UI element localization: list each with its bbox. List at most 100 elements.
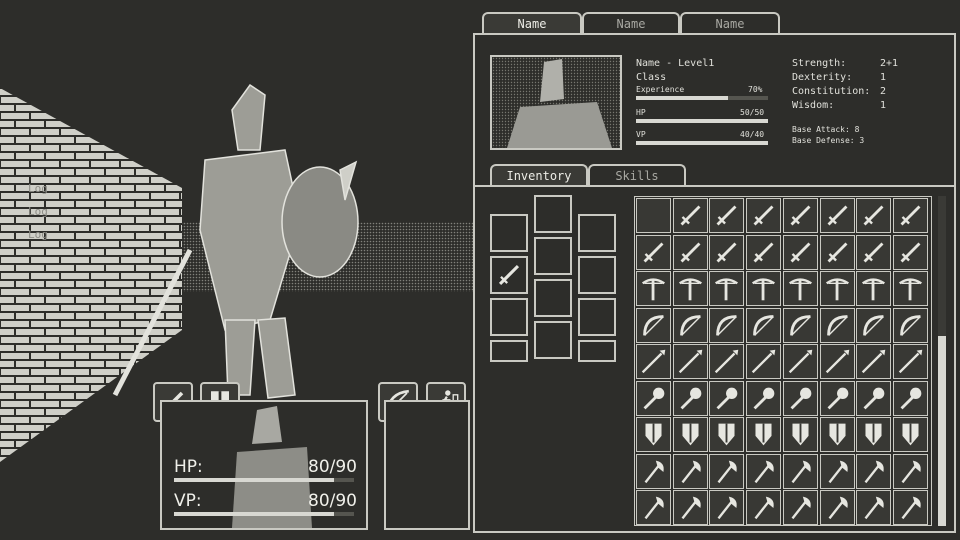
inventory-slot[interactable] xyxy=(709,453,745,489)
inventory-slot[interactable] xyxy=(672,198,708,233)
inventory-slot[interactable] xyxy=(856,490,892,525)
inventory-slot[interactable] xyxy=(782,234,818,270)
inventory-slot[interactable] xyxy=(782,417,818,452)
inventory-slot[interactable] xyxy=(892,271,928,306)
inventory-slot[interactable] xyxy=(782,453,818,489)
inventory-slot[interactable] xyxy=(856,380,892,416)
inventory-slot[interactable] xyxy=(672,380,708,416)
inventory-slot[interactable] xyxy=(672,234,708,270)
tab-name-3[interactable]: Name xyxy=(680,12,780,34)
spear-icon xyxy=(788,349,813,374)
inventory-slot[interactable] xyxy=(709,344,745,379)
inventory-slot[interactable] xyxy=(636,380,671,416)
inventory-slot[interactable] xyxy=(892,198,928,233)
mace-icon xyxy=(790,387,812,409)
inventory-slot[interactable] xyxy=(746,234,782,270)
inventory-slot[interactable] xyxy=(672,490,708,525)
scrollbar-thumb[interactable] xyxy=(938,336,946,526)
tab-name-1[interactable]: Name xyxy=(482,12,582,34)
inventory-slot[interactable] xyxy=(892,453,928,489)
equip-slot-weapon[interactable] xyxy=(490,256,528,294)
inventory-slot[interactable] xyxy=(782,344,818,379)
inventory-slot[interactable] xyxy=(672,307,708,343)
inventory-slot[interactable] xyxy=(709,417,745,452)
inventory-slot[interactable] xyxy=(782,490,818,525)
inventory-slot[interactable] xyxy=(636,417,671,452)
inventory-slot[interactable] xyxy=(746,307,782,343)
equip-slot-offhand[interactable] xyxy=(578,256,616,294)
inventory-slot[interactable] xyxy=(636,307,671,343)
inventory-slot[interactable] xyxy=(636,271,671,306)
sword-icon xyxy=(716,205,737,226)
inventory-slot[interactable] xyxy=(746,417,782,452)
inventory-slot[interactable] xyxy=(672,453,708,489)
inventory-slot[interactable] xyxy=(746,380,782,416)
inventory-slot[interactable] xyxy=(856,344,892,379)
inventory-slot[interactable] xyxy=(746,198,782,233)
stat-label: Constitution: xyxy=(792,86,871,97)
inventory-slot[interactable] xyxy=(892,344,928,379)
equip-slot-extra-right[interactable] xyxy=(578,340,616,362)
equip-slot-ring-left[interactable] xyxy=(490,298,528,336)
inventory-slot[interactable] xyxy=(892,307,928,343)
mace-icon xyxy=(753,387,775,409)
inventory-slot[interactable] xyxy=(746,271,782,306)
inventory-slot[interactable] xyxy=(709,271,745,306)
inventory-slot[interactable] xyxy=(819,344,855,379)
inventory-slot[interactable] xyxy=(856,417,892,452)
sword-icon xyxy=(498,264,520,286)
inventory-slot[interactable] xyxy=(819,307,855,343)
tab-name-2[interactable]: Name xyxy=(582,12,680,34)
inventory-slot[interactable] xyxy=(746,453,782,489)
inventory-slot[interactable] xyxy=(746,490,782,525)
equip-slot-head[interactable] xyxy=(534,195,572,233)
axe-icon xyxy=(644,496,664,520)
inventory-slot[interactable] xyxy=(856,234,892,270)
equip-slot-left[interactable] xyxy=(490,214,528,252)
inventory-slot[interactable] xyxy=(892,234,928,270)
equip-slot-ring-right[interactable] xyxy=(578,298,616,336)
equip-slot-legs[interactable] xyxy=(534,279,572,317)
inventory-slot[interactable] xyxy=(672,271,708,306)
inventory-slot[interactable] xyxy=(819,490,855,525)
inventory-slot[interactable] xyxy=(709,198,745,233)
inventory-slot[interactable] xyxy=(636,198,671,233)
inventory-slot[interactable] xyxy=(819,417,855,452)
inventory-slot[interactable] xyxy=(819,271,855,306)
inventory-slot[interactable] xyxy=(636,490,671,525)
inventory-slot[interactable] xyxy=(709,380,745,416)
inventory-slot[interactable] xyxy=(746,344,782,379)
inventory-slot[interactable] xyxy=(709,234,745,270)
inventory-slot[interactable] xyxy=(782,198,818,233)
inventory-slot[interactable] xyxy=(636,344,671,379)
equip-slot-chest[interactable] xyxy=(534,237,572,275)
equip-slot-extra-left[interactable] xyxy=(490,340,528,362)
inventory-slot[interactable] xyxy=(782,307,818,343)
inventory-slot[interactable] xyxy=(709,490,745,525)
inventory-slot[interactable] xyxy=(856,453,892,489)
inventory-slot[interactable] xyxy=(819,453,855,489)
inventory-slot[interactable] xyxy=(672,417,708,452)
inventory-scrollbar[interactable] xyxy=(938,196,946,526)
equip-slot-feet[interactable] xyxy=(534,321,572,359)
inventory-slot[interactable] xyxy=(782,271,818,306)
inventory-slot[interactable] xyxy=(892,380,928,416)
inventory-slot[interactable] xyxy=(819,234,855,270)
inventory-slot[interactable] xyxy=(672,344,708,379)
inventory-slot[interactable] xyxy=(892,490,928,525)
inventory-slot[interactable] xyxy=(819,198,855,233)
equip-slot-right[interactable] xyxy=(578,214,616,252)
inventory-slot[interactable] xyxy=(856,307,892,343)
inventory-slot[interactable] xyxy=(892,417,928,452)
inventory-slot[interactable] xyxy=(819,380,855,416)
inventory-slot[interactable] xyxy=(856,271,892,306)
tab-label: Skills xyxy=(615,169,659,183)
tab-skills[interactable]: Skills xyxy=(588,164,686,186)
inventory-slot[interactable] xyxy=(636,453,671,489)
inventory-slot[interactable] xyxy=(636,234,671,270)
inventory-slot[interactable] xyxy=(782,380,818,416)
inventory-slot[interactable] xyxy=(856,198,892,233)
inventory-slot[interactable] xyxy=(709,307,745,343)
tab-inventory[interactable]: Inventory xyxy=(490,164,588,186)
crossbow-icon xyxy=(862,278,886,301)
